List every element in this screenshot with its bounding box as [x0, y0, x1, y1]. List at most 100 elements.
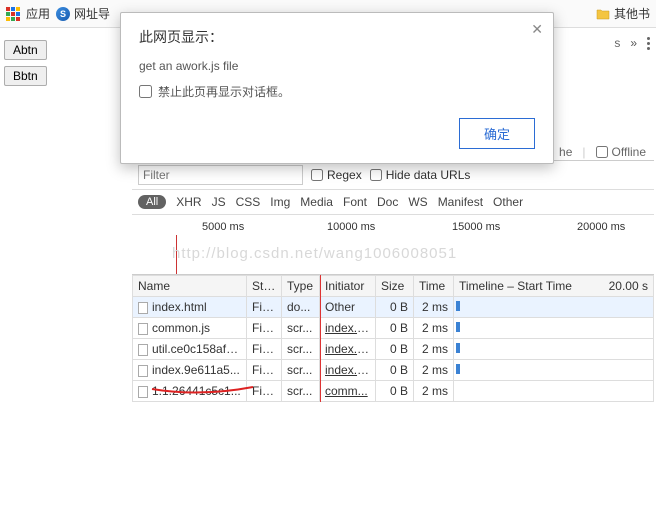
timing-bar — [456, 343, 460, 353]
hide-checkbox[interactable] — [370, 169, 382, 181]
separator: | — [582, 145, 585, 159]
bookmark-nav[interactable]: S 网址导 — [56, 5, 110, 22]
bookmark-apps[interactable]: 应用 — [26, 5, 50, 22]
cell-size: 0 B — [376, 381, 414, 402]
timing-bar — [456, 301, 460, 311]
dialog-message: get an awork.js file — [139, 59, 535, 73]
col-status[interactable]: Sta... — [247, 276, 282, 297]
cell-time: 2 ms — [414, 297, 454, 318]
tick-5000: 5000 ms — [202, 221, 244, 233]
devtools-panel: he | Offline Regex Hide data URLs All XH… — [132, 160, 654, 523]
cell-status: Fin... — [247, 360, 282, 381]
bookmark-apps-label: 应用 — [26, 5, 50, 22]
cell-timeline — [454, 297, 654, 318]
cell-time: 2 ms — [414, 339, 454, 360]
cell-initiator[interactable]: comm... — [320, 381, 376, 402]
hide-data-urls-toggle[interactable]: Hide data URLs — [370, 168, 471, 182]
fragment-he: he — [559, 145, 572, 159]
bookmark-nav-label: 网址导 — [74, 5, 110, 22]
cell-name: util.ce0c158afa... — [133, 339, 247, 360]
cell-size: 0 B — [376, 339, 414, 360]
type-manifest[interactable]: Manifest — [438, 195, 483, 209]
timeline-overview[interactable]: 5000 ms 10000 ms 15000 ms 20000 ms http:… — [132, 215, 654, 275]
col-type[interactable]: Type — [282, 276, 320, 297]
left-buttons-group: Abtn Bbtn — [4, 40, 47, 86]
bookmark-other-folder[interactable]: 其他书 — [596, 5, 650, 22]
col-time[interactable]: Time — [414, 276, 454, 297]
offline-label: Offline — [612, 145, 646, 159]
devtools-top-right: he | Offline — [559, 145, 646, 159]
type-filter-row: All XHR JS CSS Img Media Font Doc WS Man… — [132, 190, 654, 215]
dialog-title: 此网页显示： — [139, 27, 535, 47]
type-all[interactable]: All — [138, 195, 166, 209]
cell-name: common.js — [133, 318, 247, 339]
type-ws[interactable]: WS — [408, 195, 427, 209]
cell-type: scr... — [282, 381, 320, 402]
kebab-icon[interactable] — [647, 37, 650, 50]
tick-15000: 15000 ms — [452, 221, 500, 233]
cell-initiator[interactable]: index.h... — [320, 360, 376, 381]
cell-initiator[interactable]: index.h... — [320, 339, 376, 360]
file-icon — [138, 365, 148, 377]
file-icon — [138, 386, 148, 398]
suppress-checkbox-label[interactable]: 禁止此页再显示对话框。 — [139, 83, 535, 100]
type-other[interactable]: Other — [493, 195, 523, 209]
cell-status: Fin... — [247, 339, 282, 360]
cell-initiator: Other — [320, 297, 376, 318]
type-img[interactable]: Img — [270, 195, 290, 209]
table-row[interactable]: index.htmlFin...do...Other0 B2 ms — [133, 297, 654, 318]
sogou-icon: S — [56, 7, 70, 21]
red-annotation — [150, 383, 255, 397]
table-row[interactable]: util.ce0c158afa...Fin...scr...index.h...… — [133, 339, 654, 360]
network-table-wrap: Name Sta... Type Initiator Size Time Tim… — [132, 275, 654, 402]
cell-initiator[interactable]: index.h... — [320, 318, 376, 339]
type-xhr[interactable]: XHR — [176, 195, 201, 209]
regex-toggle[interactable]: Regex — [311, 168, 362, 182]
cell-time: 2 ms — [414, 360, 454, 381]
chevron-right-icon[interactable]: » — [630, 36, 637, 50]
type-css[interactable]: CSS — [236, 195, 261, 209]
type-doc[interactable]: Doc — [377, 195, 398, 209]
cell-name: index.9e611a5... — [133, 360, 247, 381]
offline-checkbox[interactable] — [596, 146, 608, 158]
cell-time: 2 ms — [414, 318, 454, 339]
file-icon — [138, 323, 148, 335]
timing-bar — [456, 322, 460, 332]
cell-status: Fin... — [247, 297, 282, 318]
col-timeline[interactable]: Timeline – Start Time20.00 s — [454, 276, 654, 297]
file-icon — [138, 302, 148, 314]
cell-timeline — [454, 381, 654, 402]
tick-20000: 20000 ms — [577, 221, 625, 233]
col-size[interactable]: Size — [376, 276, 414, 297]
col-name[interactable]: Name — [133, 276, 247, 297]
table-row[interactable]: common.jsFin...scr...index.h...0 B2 ms — [133, 318, 654, 339]
overview-marker — [176, 235, 177, 274]
suppress-text: 禁止此页再显示对话框。 — [158, 83, 290, 100]
ok-button[interactable]: 确定 — [459, 118, 535, 149]
suppress-checkbox[interactable] — [139, 85, 152, 98]
type-font[interactable]: Font — [343, 195, 367, 209]
table-row[interactable]: index.9e611a5...Fin...scr...index.h...0 … — [133, 360, 654, 381]
alert-dialog: ✕ 此网页显示： get an awork.js file 禁止此页再显示对话框… — [120, 12, 554, 164]
cell-type: scr... — [282, 339, 320, 360]
cell-timeline — [454, 339, 654, 360]
watermark-text: http://blog.csdn.net/wang1006008051 — [172, 245, 654, 262]
cell-timeline — [454, 360, 654, 381]
file-icon — [138, 344, 148, 356]
timing-bar — [456, 364, 460, 374]
cell-name: index.html — [133, 297, 247, 318]
filter-input[interactable] — [138, 165, 303, 185]
type-js[interactable]: JS — [212, 195, 226, 209]
cell-type: do... — [282, 297, 320, 318]
cell-size: 0 B — [376, 297, 414, 318]
col-initiator[interactable]: Initiator — [320, 276, 376, 297]
apps-icon[interactable] — [6, 7, 20, 21]
abtn-button[interactable]: Abtn — [4, 40, 47, 60]
type-media[interactable]: Media — [300, 195, 333, 209]
cell-status: Fin... — [247, 318, 282, 339]
bookmark-other-label: 其他书 — [614, 5, 650, 22]
regex-checkbox[interactable] — [311, 169, 323, 181]
close-icon[interactable]: ✕ — [531, 21, 543, 38]
bbtn-button[interactable]: Bbtn — [4, 66, 47, 86]
cell-size: 0 B — [376, 318, 414, 339]
